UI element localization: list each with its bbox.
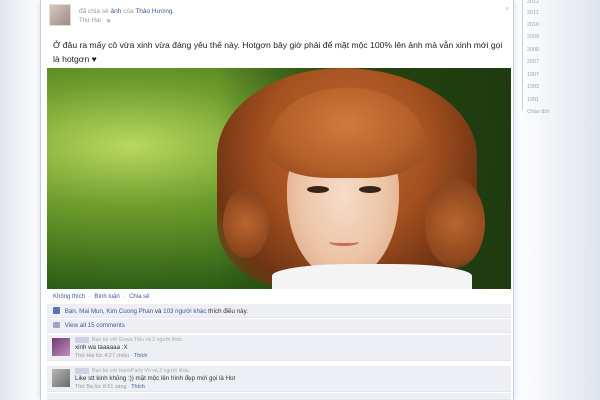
shared-text: đã chia sẻ [79, 8, 109, 15]
post-photo[interactable] [47, 68, 511, 289]
and-text: và [154, 308, 162, 315]
photo-mouth [329, 238, 359, 246]
comment-time[interactable]: Thứ Ba lúc 8:51 sáng [75, 384, 127, 390]
like-names[interactable]: Bạn, Mai Mun, Kim Cuong Phan [65, 308, 153, 315]
unlike-link[interactable]: Không thích [53, 294, 85, 300]
timeline-year[interactable]: 1991 [527, 97, 539, 103]
comment-meta: Bạn bè với Graya Tiểu và 2 người khác [92, 337, 183, 343]
commenter-name-hidden[interactable] [75, 368, 89, 374]
photo-curl [223, 188, 269, 258]
shared-photo-link[interactable]: ảnh [110, 8, 121, 15]
comment-meta: Bạn bè với HanoParty Vn và 2 người khác [92, 368, 190, 374]
commenter-avatar[interactable] [52, 338, 70, 356]
view-all-comments[interactable]: View all 15 comments [47, 319, 511, 333]
commenter-name-hidden[interactable] [75, 337, 89, 343]
share-link[interactable]: Chia sẻ [129, 294, 149, 300]
separator: · [128, 384, 130, 390]
photo-eye [359, 186, 381, 193]
story-meta: Thứ Hai ◉ [79, 18, 111, 24]
thumbs-up-icon [53, 307, 60, 314]
timeline-year[interactable]: 2008 [527, 47, 539, 53]
story-actions: Không thích · Bình luận · Chia sẻ [53, 294, 149, 300]
photo-story: đã chia sẻ ảnh của Thảo Hương. Thứ Hai ◉… [40, 0, 514, 400]
facebook-page: đã chia sẻ ảnh của Thảo Hương. Thứ Hai ◉… [0, 0, 600, 400]
likes-row: Bạn, Mai Mun, Kim Cuong Phan và 103 ngườ… [47, 304, 511, 318]
author-avatar[interactable] [49, 4, 71, 26]
like-suffix: thích điều này. [208, 308, 248, 315]
post-timestamp[interactable]: Thứ Hai [79, 18, 101, 24]
close-icon[interactable]: × [505, 6, 509, 13]
comment-item: Bạn bè với HanoParty Vn và 2 người khác … [47, 366, 511, 392]
story-title: đã chia sẻ ảnh của Thảo Hương. [79, 8, 174, 15]
timeline-year[interactable]: 1993 [527, 84, 539, 90]
comment-text: Like stt kinh khủng :)) mặt mộc lên hình… [75, 375, 236, 382]
separator: · [88, 294, 91, 300]
of-text: của [123, 8, 134, 15]
separator: · [130, 353, 133, 359]
photo-curl [425, 178, 485, 268]
timeline-line [522, 0, 523, 110]
comments-continuation [47, 393, 511, 400]
comment-time-row: Thứ Ba lúc 8:51 sáng · Thích [75, 384, 145, 390]
comment-text: xinh wa taaaaaa :X [75, 344, 128, 351]
timeline-year[interactable]: 2010 [527, 22, 539, 28]
owner-link[interactable]: Thảo Hương. [135, 8, 174, 15]
timeline-year[interactable]: 2011 [527, 10, 539, 16]
timeline-year[interactable]: 1997 [527, 72, 539, 78]
timeline-nav: 2012 2011 2010 2009 2008 2007 1997 1993 … [518, 0, 600, 400]
timeline-year[interactable]: 2007 [527, 59, 539, 65]
story-header: đã chia sẻ ảnh của Thảo Hương. Thứ Hai ◉… [49, 4, 509, 26]
photo-eye [307, 186, 329, 193]
timeline-year[interactable]: 2009 [527, 34, 539, 40]
comment-time[interactable]: Thứ Hai lúc 4:27 chiều [75, 353, 129, 359]
timeline-born[interactable]: Chào đời [527, 109, 549, 115]
comment-time-row: Thứ Hai lúc 4:27 chiều · Thích [75, 353, 147, 359]
like-others-link[interactable]: 103 người khác [163, 308, 206, 315]
commenter-avatar[interactable] [52, 369, 70, 387]
separator: · [123, 294, 126, 300]
comment-icon [53, 322, 60, 328]
post-message: Ở đâu ra mấy cô vừa xinh vừa đáng yêu th… [53, 40, 503, 64]
view-all-label[interactable]: View all 15 comments [65, 322, 125, 329]
comment-link[interactable]: Bình luận [94, 294, 119, 300]
comment-like-link[interactable]: Thích [134, 353, 147, 359]
timeline-year[interactable]: 2012 [527, 0, 539, 5]
comment-like-link[interactable]: Thích [131, 384, 144, 390]
privacy-globe-icon: ◉ [106, 18, 111, 24]
comment-item: Bạn bè với Graya Tiểu và 2 người khác xi… [47, 335, 511, 361]
photo-shirt [272, 264, 472, 289]
